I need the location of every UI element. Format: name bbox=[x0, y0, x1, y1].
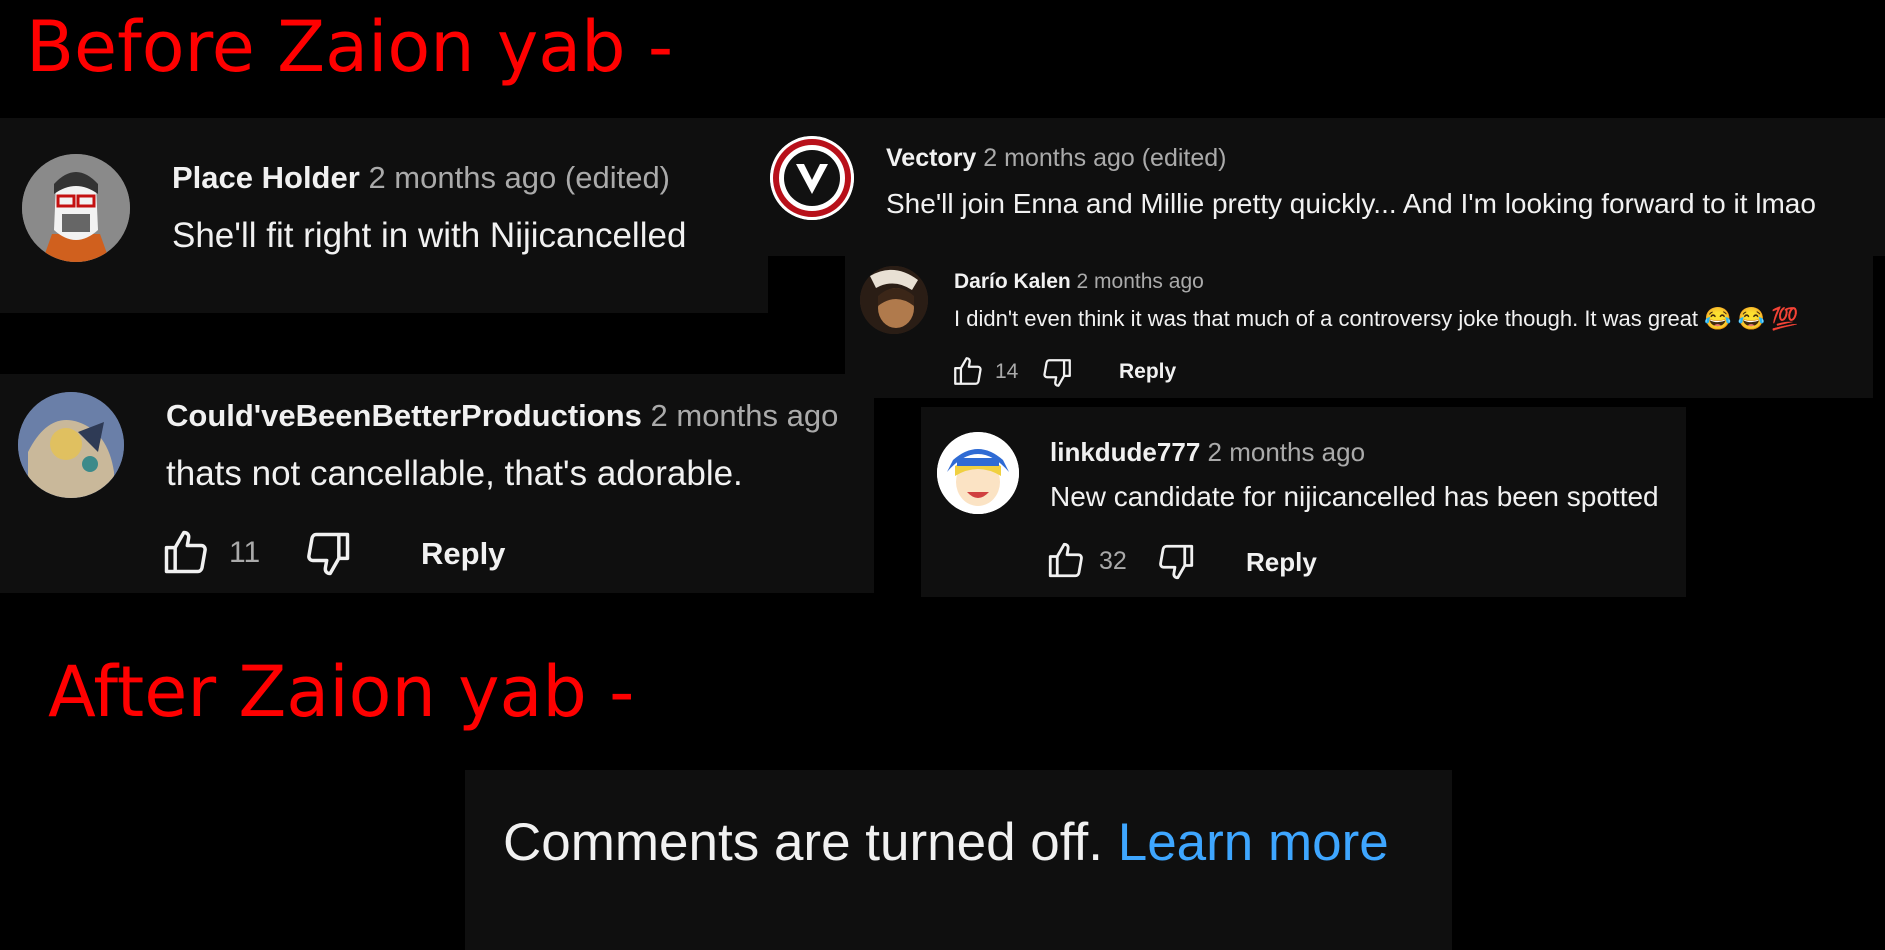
dislike-icon[interactable] bbox=[302, 528, 354, 580]
like-count: 14 bbox=[995, 360, 1019, 383]
comment-text: She'll fit right in with Nijicancelled bbox=[172, 216, 687, 255]
comment-timestamp[interactable]: 2 months ago (edited) bbox=[983, 144, 1226, 172]
dislike-icon[interactable] bbox=[1155, 541, 1197, 583]
like-count: 11 bbox=[229, 536, 261, 569]
comment-couldve: Could'veBeenBetterProductions 2 months a… bbox=[0, 374, 874, 593]
comment-place-holder: Place Holder 2 months ago (edited) She'l… bbox=[0, 118, 768, 313]
comment-timestamp[interactable]: 2 months ago bbox=[1208, 437, 1366, 467]
reply-button[interactable]: Reply bbox=[421, 536, 505, 572]
comment-text: thats not cancellable, that's adorable. bbox=[166, 454, 743, 493]
reply-button[interactable]: Reply bbox=[1246, 547, 1317, 578]
comment-text: She'll join Enna and Millie pretty quick… bbox=[886, 188, 1816, 219]
comment-text: New candidate for nijicancelled has been… bbox=[1050, 481, 1659, 512]
reply-text: I didn't even think it was that much of … bbox=[954, 306, 1799, 331]
comment-vectory: Vectory 2 months ago (edited) She'll joi… bbox=[768, 118, 1885, 256]
avatar[interactable] bbox=[22, 154, 130, 262]
reply-dario-kalen: Darío Kalen 2 months ago I didn't even t… bbox=[845, 256, 1873, 398]
comment-author[interactable]: linkdude777 bbox=[1050, 437, 1200, 467]
dislike-icon[interactable] bbox=[1040, 356, 1074, 390]
avatar[interactable] bbox=[937, 432, 1019, 514]
heading-after: After Zaion yab - bbox=[48, 651, 635, 733]
like-icon[interactable] bbox=[160, 526, 212, 578]
comment-author[interactable]: Place Holder bbox=[172, 160, 360, 195]
reply-button[interactable]: Reply bbox=[1119, 360, 1176, 384]
like-icon[interactable] bbox=[1045, 539, 1087, 581]
comments-off-text: Comments are turned off. bbox=[503, 813, 1103, 872]
reply-author[interactable]: Darío Kalen bbox=[954, 270, 1071, 293]
comment-timestamp[interactable]: 2 months ago (edited) bbox=[368, 160, 670, 195]
avatar[interactable] bbox=[18, 392, 124, 498]
avatar[interactable] bbox=[860, 266, 928, 334]
like-icon[interactable] bbox=[951, 354, 985, 388]
comment-author[interactable]: Vectory bbox=[886, 144, 976, 172]
reply-timestamp[interactable]: 2 months ago bbox=[1077, 270, 1204, 293]
heading-before: Before Zaion yab - bbox=[26, 6, 674, 88]
learn-more-link[interactable]: Learn more bbox=[1118, 813, 1389, 872]
avatar[interactable] bbox=[770, 136, 854, 220]
comment-timestamp[interactable]: 2 months ago bbox=[651, 398, 839, 433]
comment-author[interactable]: Could'veBeenBetterProductions bbox=[166, 398, 642, 433]
comments-off-panel: Comments are turned off. Learn more bbox=[465, 770, 1452, 950]
like-count: 32 bbox=[1099, 547, 1127, 575]
comment-linkdude777: linkdude777 2 months ago New candidate f… bbox=[921, 407, 1686, 597]
